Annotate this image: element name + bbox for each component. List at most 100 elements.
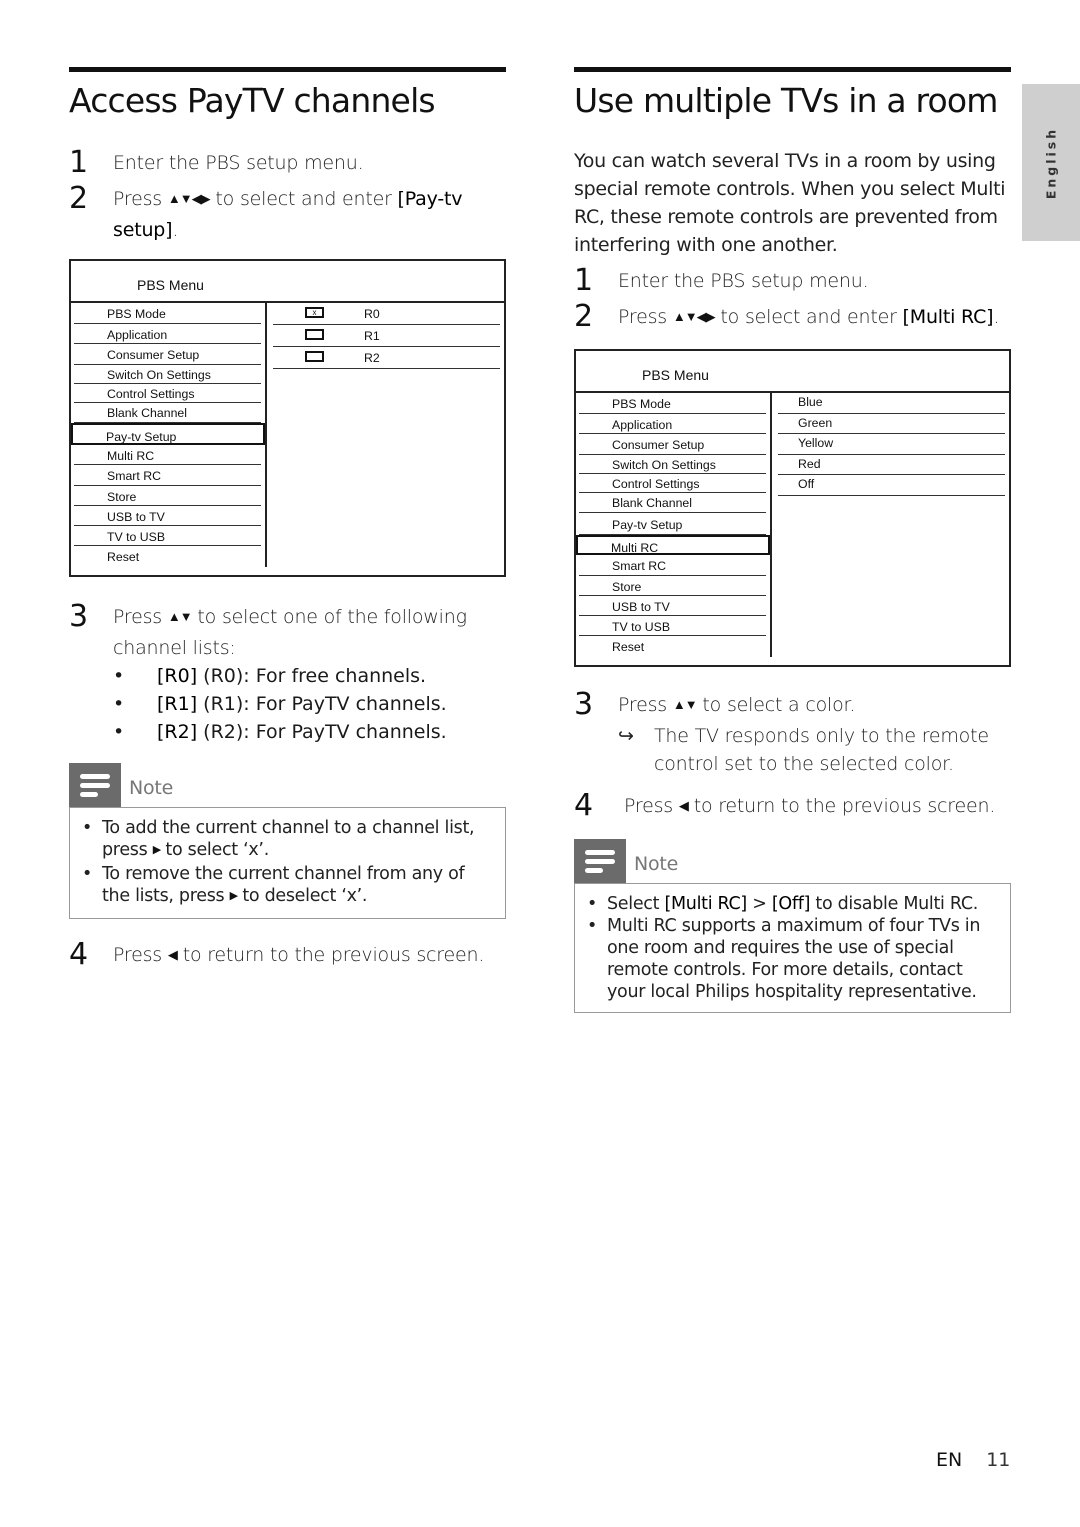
section-access-paytv: Access PayTV channels 1 Enter the PBS se… xyxy=(69,67,506,972)
pbs-menu-body: PBS Mode Application Consumer Setup Switch … xyxy=(576,393,1009,657)
menu-path: [Off] xyxy=(771,894,811,914)
note-item: To remove the current channel from any o… xyxy=(82,863,493,909)
note-multirc: Note Select [Multi RC] > [Off] to disabl… xyxy=(574,839,1011,1013)
note-header: Note xyxy=(574,839,1011,883)
pbs-menu-item[interactable]: Reset xyxy=(579,636,766,657)
step-4: 4 Press ◀ to return to the previous scre… xyxy=(574,788,1011,823)
note-icon xyxy=(574,839,626,883)
page-number: 11 xyxy=(986,1449,1011,1471)
note-paytv: Note To add the current channel to a cha… xyxy=(69,763,506,919)
pbs-menu-items: PBS Mode Application Consumer Setup Switch … xyxy=(576,393,772,657)
language-tab-label: English xyxy=(1043,126,1059,199)
channel-desc: (R2): For PayTV channels. xyxy=(197,721,447,743)
channel-code: [R0] xyxy=(157,665,198,687)
pbs-menu-option[interactable]: Blue xyxy=(778,393,1005,414)
step-text: Press xyxy=(113,188,168,210)
channel-list: • [R0] (R0): For free channels. • [R1] (R1… xyxy=(69,662,506,746)
checkbox-unchecked[interactable] xyxy=(305,351,324,362)
pbs-menu-option[interactable]: Off xyxy=(778,475,1005,496)
step-number: 4 xyxy=(574,788,593,823)
note-text: Select xyxy=(607,894,665,914)
step-text: Enter the PBS setup menu. xyxy=(618,270,869,292)
note-item: Select [Multi RC] > [Off] to disable Mul… xyxy=(587,893,998,915)
option-label: R2 xyxy=(364,351,380,365)
pbs-menu-item[interactable]: USB to TV xyxy=(74,506,261,526)
pbs-menu-title: PBS Menu xyxy=(71,261,504,303)
pbs-menu-item[interactable]: Control Settings xyxy=(74,384,261,403)
step-2: 2 Press ▲▼◀▶ to select and enter [Multi … xyxy=(574,300,1011,334)
step-number: 2 xyxy=(69,181,88,216)
pbs-menu-multirc: PBS Menu PBS Mode Application Consumer Set… xyxy=(574,349,1011,667)
nav-arrows-icon: ▲▼◀▶ xyxy=(672,310,716,325)
result-text: The TV responds only to the remote contr… xyxy=(654,725,989,775)
note-body: To add the current channel to a channel … xyxy=(69,807,506,919)
section-rule xyxy=(574,67,1011,72)
bullet: • xyxy=(113,721,125,743)
pbs-menu-item[interactable]: Smart RC xyxy=(74,465,261,486)
pbs-menu-body: PBS Mode Application Consumer Setup Switch … xyxy=(71,303,504,567)
pbs-menu-item[interactable]: Smart RC xyxy=(579,555,766,576)
page-footer: EN 11 xyxy=(936,1449,1010,1471)
pbs-menu-item[interactable]: Consumer Setup xyxy=(74,344,261,365)
left-arrow-icon: ◀ xyxy=(167,948,178,963)
pbs-menu-item[interactable]: Store xyxy=(74,486,261,506)
pbs-menu-item[interactable]: Store xyxy=(579,576,766,596)
pbs-menu-item[interactable]: Application xyxy=(579,414,766,434)
pbs-menu-item[interactable]: TV to USB xyxy=(579,616,766,636)
pbs-menu-item[interactable]: Blank Channel xyxy=(74,403,261,423)
pbs-menu-item[interactable]: Blank Channel xyxy=(579,493,766,513)
note-text: > xyxy=(746,894,772,914)
step-3: 3 Press ▲▼ to select one of the followin… xyxy=(69,599,506,662)
option-label: R1 xyxy=(364,329,380,343)
pbs-menu-item[interactable]: Multi RC xyxy=(74,445,261,465)
step-2: 2 Press ▲▼◀▶ to select and enter [Pay-tv… xyxy=(69,181,506,244)
step-text: Press xyxy=(113,606,168,628)
step-4: 4 Press ◀ to return to the previous scre… xyxy=(69,937,506,972)
channel-desc: (R1): For PayTV channels. xyxy=(197,693,447,715)
up-down-arrows-icon: ▲▼ xyxy=(672,698,698,713)
pbs-menu-item[interactable]: Control Settings xyxy=(579,474,766,493)
bullet: • xyxy=(113,693,125,715)
pbs-menu-item[interactable]: Consumer Setup xyxy=(579,434,766,455)
note-item: To add the current channel to a channel … xyxy=(82,817,493,863)
pbs-menu-option[interactable]: R1 xyxy=(273,325,500,347)
pbs-menu-option[interactable]: Yellow xyxy=(778,434,1005,455)
pbs-menu-option[interactable]: Red xyxy=(778,455,1005,475)
pbs-menu-item[interactable]: Reset xyxy=(74,546,261,567)
checkbox-unchecked[interactable] xyxy=(305,329,324,340)
pbs-menu-option[interactable]: x R0 xyxy=(273,303,500,325)
pbs-menu-item[interactable]: Pay-tv Setup xyxy=(71,422,265,445)
step-number: 3 xyxy=(69,599,88,634)
step-text: to return to the previous screen. xyxy=(687,795,996,817)
pbs-menu-item[interactable]: Switch On Settings xyxy=(579,455,766,474)
section-title: Access PayTV channels xyxy=(69,81,436,120)
result-arrow-icon: ↪ xyxy=(618,725,634,747)
pbs-menu-item[interactable]: Application xyxy=(74,324,261,344)
step-number: 4 xyxy=(69,937,88,972)
pbs-menu-option[interactable]: R2 xyxy=(273,347,500,369)
pbs-menu-item[interactable]: PBS Mode xyxy=(579,393,766,414)
step-text: Enter the PBS setup menu. xyxy=(113,152,364,174)
pbs-menu-item[interactable]: Switch On Settings xyxy=(74,365,261,384)
pbs-menu-option[interactable]: Green xyxy=(778,414,1005,434)
section-rule xyxy=(69,67,506,72)
note-header: Note xyxy=(69,763,506,807)
step-text: Press xyxy=(624,795,679,817)
step-text: to select and enter xyxy=(714,306,903,328)
pbs-menu-item[interactable]: Multi RC xyxy=(576,534,770,555)
step-text: to return to the previous screen. xyxy=(176,944,485,966)
step-3: 3 Press ▲▼ to select a color. ↪ The TV r… xyxy=(574,688,1011,778)
checkbox-checked[interactable]: x xyxy=(305,307,324,318)
step-text: to select and enter xyxy=(209,188,398,210)
pbs-menu-item[interactable]: TV to USB xyxy=(74,526,261,546)
step-text: . xyxy=(993,306,1000,328)
up-down-arrows-icon: ▲▼ xyxy=(167,610,193,625)
pbs-menu-paytv: PBS Menu PBS Mode Application Consumer Set… xyxy=(69,259,506,577)
footer-language: EN xyxy=(936,1449,963,1471)
pbs-menu-item[interactable]: PBS Mode xyxy=(74,303,261,324)
note-text: to select ‘x’. xyxy=(160,840,269,860)
pbs-menu-item[interactable]: USB to TV xyxy=(579,596,766,616)
bullet: • xyxy=(113,665,125,687)
pbs-menu-item[interactable]: Pay-tv Setup xyxy=(579,513,766,535)
intro-paragraph: You can watch several TVs in a room by u… xyxy=(574,150,1006,256)
